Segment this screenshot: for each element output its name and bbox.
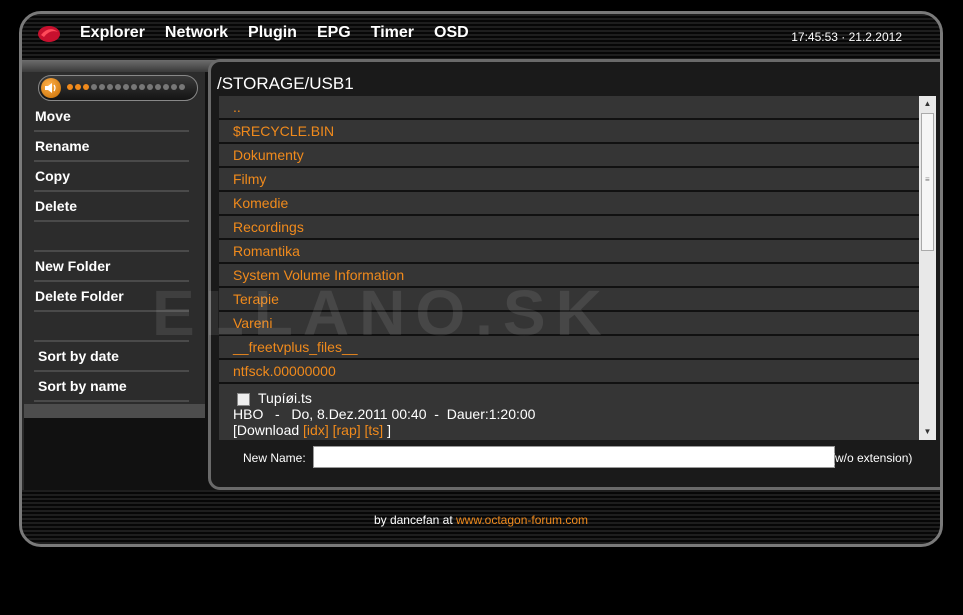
volume-slider[interactable] (38, 75, 198, 101)
file-download-row: [Download [idx] [rap] [ts] ] (233, 422, 905, 438)
folder-item[interactable]: Vareni (219, 312, 919, 336)
file-browser-panel: /STORAGE/USB1 .. $RECYCLE.BIN Dokumenty … (208, 59, 940, 490)
volume-dot (123, 84, 129, 90)
sort-by-date-button[interactable]: Sort by date (34, 342, 189, 372)
nav-timer[interactable]: Timer (371, 24, 414, 42)
volume-dot (139, 84, 145, 90)
nav-explorer[interactable]: Explorer (80, 24, 145, 42)
rename-row: New Name: (w/o extension) (211, 443, 940, 473)
sort-by-name-button[interactable]: Sort by name (34, 372, 189, 402)
sidebar-spacer (34, 312, 189, 342)
folder-item[interactable]: ntfsck.00000000 (219, 360, 919, 384)
app-frame: Explorer Network Plugin EPG Timer OSD 17… (19, 11, 943, 547)
rename-button[interactable]: Rename (34, 132, 189, 162)
download-label: [Download (233, 422, 300, 438)
nav-network[interactable]: Network (165, 24, 228, 42)
main-nav: Explorer Network Plugin EPG Timer OSD (80, 24, 469, 42)
speaker-icon[interactable] (41, 78, 61, 98)
file-list[interactable]: .. $RECYCLE.BIN Dokumenty Filmy Komedie … (219, 96, 919, 440)
new-name-label: New Name: (243, 451, 306, 465)
clock: 17:45:53 · 21.2.2012 (791, 30, 902, 44)
volume-dots (67, 84, 185, 90)
grip-icon: ≡ (925, 175, 930, 184)
download-idx-link[interactable]: [idx] (303, 422, 329, 438)
volume-dot (131, 84, 137, 90)
volume-dot (179, 84, 185, 90)
folder-item[interactable]: __freetvplus_files__ (219, 336, 919, 360)
file-item: Tupíøi.ts HBO - Do, 8.Dez.2011 00:40 - D… (219, 384, 919, 440)
folder-item[interactable]: .. (219, 96, 919, 120)
folder-item[interactable]: System Volume Information (219, 264, 919, 288)
extension-hint: (w/o extension) (831, 451, 913, 465)
volume-dot (147, 84, 153, 90)
volume-dot (67, 84, 73, 90)
scroll-down-arrow-icon[interactable]: ▼ (919, 424, 936, 440)
folder-item[interactable]: Komedie (219, 192, 919, 216)
current-path: /STORAGE/USB1 (217, 74, 354, 93)
nav-plugin[interactable]: Plugin (248, 24, 297, 42)
delete-folder-button[interactable]: Delete Folder (34, 282, 189, 312)
volume-dot (99, 84, 105, 90)
download-rap-link[interactable]: [rap] (333, 422, 361, 438)
delete-button[interactable]: Delete (34, 192, 189, 222)
volume-dot (163, 84, 169, 90)
volume-dot (115, 84, 121, 90)
volume-dot (91, 84, 97, 90)
sidebar-spacer (34, 222, 189, 252)
nav-epg[interactable]: EPG (317, 24, 351, 42)
new-name-input[interactable] (313, 446, 835, 468)
move-button[interactable]: Move (34, 102, 189, 132)
folder-item[interactable]: Dokumenty (219, 144, 919, 168)
octagon-logo-icon[interactable] (36, 23, 62, 45)
folder-item[interactable]: Romantika (219, 240, 919, 264)
folder-item[interactable]: Recordings (219, 216, 919, 240)
file-name: Tupíøi.ts (258, 390, 312, 406)
volume-dot (75, 84, 81, 90)
download-ts-link[interactable]: [ts] (365, 422, 384, 438)
volume-dot (155, 84, 161, 90)
scroll-thumb[interactable]: ≡ (921, 113, 934, 251)
top-bar: Explorer Network Plugin EPG Timer OSD 17… (22, 14, 940, 60)
new-folder-button[interactable]: New Folder (34, 252, 189, 282)
footer-by-text: by dancefan at (373, 513, 456, 527)
sidebar-footer (24, 404, 205, 418)
folder-item[interactable]: Filmy (219, 168, 919, 192)
file-info: HBO - Do, 8.Dez.2011 00:40 - Dauer:1:20:… (233, 406, 536, 422)
copy-button[interactable]: Copy (34, 162, 189, 192)
volume-dot (107, 84, 113, 90)
file-list-scrollbar[interactable]: ▲ ≡ ▼ (919, 96, 936, 440)
volume-dot (83, 84, 89, 90)
file-name-row: Tupíøi.ts (233, 390, 905, 406)
folder-item[interactable]: $RECYCLE.BIN (219, 120, 919, 144)
folder-item[interactable]: Terapie (219, 288, 919, 312)
scroll-up-arrow-icon[interactable]: ▲ (919, 96, 936, 112)
action-list: Move Rename Copy Delete New Folder Delet… (34, 102, 189, 402)
nav-osd[interactable]: OSD (434, 24, 469, 42)
file-checkbox[interactable] (237, 392, 250, 406)
volume-dot (171, 84, 177, 90)
forum-link[interactable]: www.octagon-forum.com (456, 513, 588, 527)
download-close: ] (387, 422, 391, 438)
sidebar: Move Rename Copy Delete New Folder Delet… (24, 72, 205, 404)
footer-credit: by dancefan at www.octagon-forum.com (22, 513, 940, 527)
